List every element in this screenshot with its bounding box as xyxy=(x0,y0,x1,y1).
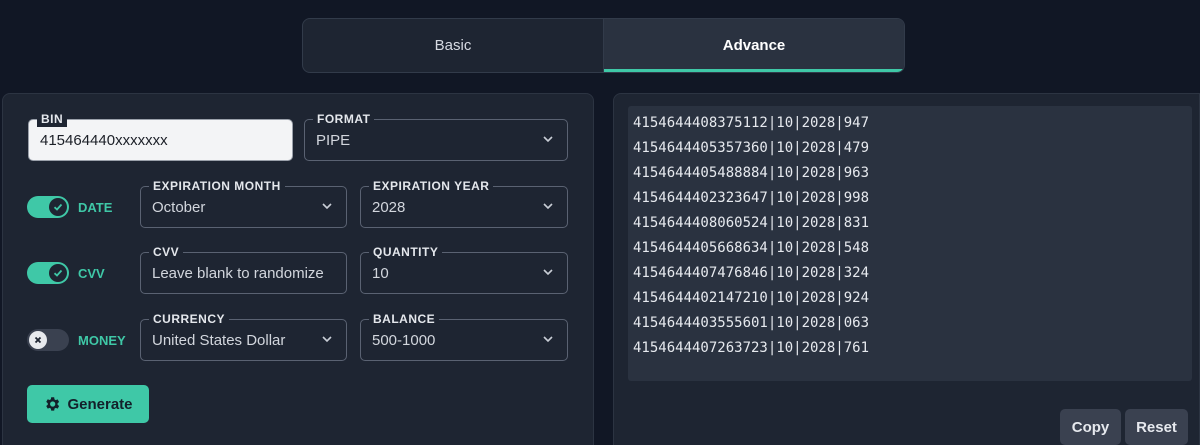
bin-input[interactable]: 415464440xxxxxxx xyxy=(40,132,258,149)
format-select[interactable]: FORMAT PIPE xyxy=(304,111,568,161)
chevron-down-icon xyxy=(541,332,555,346)
currency-value: United States Dollar xyxy=(152,332,286,349)
generate-label: Generate xyxy=(67,395,133,413)
cvv-toggle[interactable] xyxy=(27,262,69,284)
chevron-down-icon xyxy=(320,199,334,213)
quantity-select[interactable]: QUANTITY 10 xyxy=(360,244,568,294)
reset-button[interactable]: Reset xyxy=(1125,409,1188,445)
gear-icon xyxy=(43,395,61,413)
currency-select[interactable]: CURRENCY United States Dollar xyxy=(140,311,347,361)
chevron-down-icon xyxy=(541,132,555,146)
expiration-year-label: EXPIRATION YEAR xyxy=(369,178,494,194)
balance-value: 500-1000 xyxy=(372,332,436,349)
output-line: 4154644408375112|10|2028|947 xyxy=(633,115,870,131)
tab-advance[interactable]: Advance xyxy=(603,19,904,72)
cvv-input[interactable]: Leave blank to randomize xyxy=(152,265,340,282)
output-line: 4154644408060524|10|2028|831 xyxy=(633,215,870,231)
output-line: 4154644405668634|10|2028|548 xyxy=(633,240,870,256)
mode-tabs: Basic Advance xyxy=(302,18,905,73)
money-toggle-label: MONEY xyxy=(78,333,126,348)
cvv-label: CVV xyxy=(149,244,184,260)
output-panel: 4154644408375112|10|2028|947 41546444053… xyxy=(613,93,1200,445)
balance-label: BALANCE xyxy=(369,311,440,327)
currency-label: CURRENCY xyxy=(149,311,230,327)
format-label: FORMAT xyxy=(313,111,375,127)
output-line: 4154644403555601|10|2028|063 xyxy=(633,315,870,331)
output-line: 4154644402147210|10|2028|924 xyxy=(633,290,870,306)
quantity-label: QUANTITY xyxy=(369,244,443,260)
chevron-down-icon xyxy=(541,199,555,213)
bin-field[interactable]: BIN 415464440xxxxxxx xyxy=(28,111,293,161)
expiration-year-value: 2028 xyxy=(372,199,406,216)
cvv-toggle-label: CVV xyxy=(78,266,105,281)
output-line: 4154644407263723|10|2028|761 xyxy=(633,340,870,356)
expiration-month-label: EXPIRATION MONTH xyxy=(149,178,285,194)
app-root: Basic Advance BIN 415464440xxxxxxx FORMA… xyxy=(0,0,1200,445)
x-icon xyxy=(29,331,47,349)
date-toggle-label: DATE xyxy=(78,200,113,215)
expiration-month-select[interactable]: EXPIRATION MONTH October xyxy=(140,178,347,228)
output-line: 4154644405488884|10|2028|963 xyxy=(633,165,870,181)
tab-basic[interactable]: Basic xyxy=(303,19,603,72)
check-icon xyxy=(49,264,67,282)
date-toggle[interactable] xyxy=(27,196,69,218)
bin-label: BIN xyxy=(37,111,68,127)
output-line: 4154644407476846|10|2028|324 xyxy=(633,265,870,281)
balance-select[interactable]: BALANCE 500-1000 xyxy=(360,311,568,361)
generate-button[interactable]: Generate xyxy=(27,385,149,423)
money-toggle[interactable] xyxy=(27,329,69,351)
cvv-field[interactable]: CVV Leave blank to randomize xyxy=(140,244,347,294)
chevron-down-icon xyxy=(320,332,334,346)
output-textarea[interactable]: 4154644408375112|10|2028|947 41546444053… xyxy=(628,106,1192,381)
format-value: PIPE xyxy=(316,132,351,149)
output-line: 4154644402323647|10|2028|998 xyxy=(633,190,870,206)
expiration-month-value: October xyxy=(152,199,206,216)
expiration-year-select[interactable]: EXPIRATION YEAR 2028 xyxy=(360,178,568,228)
output-line: 4154644405357360|10|2028|479 xyxy=(633,140,870,156)
chevron-down-icon xyxy=(541,265,555,279)
copy-button[interactable]: Copy xyxy=(1060,409,1121,445)
quantity-value: 10 xyxy=(372,265,389,282)
check-icon xyxy=(49,198,67,216)
